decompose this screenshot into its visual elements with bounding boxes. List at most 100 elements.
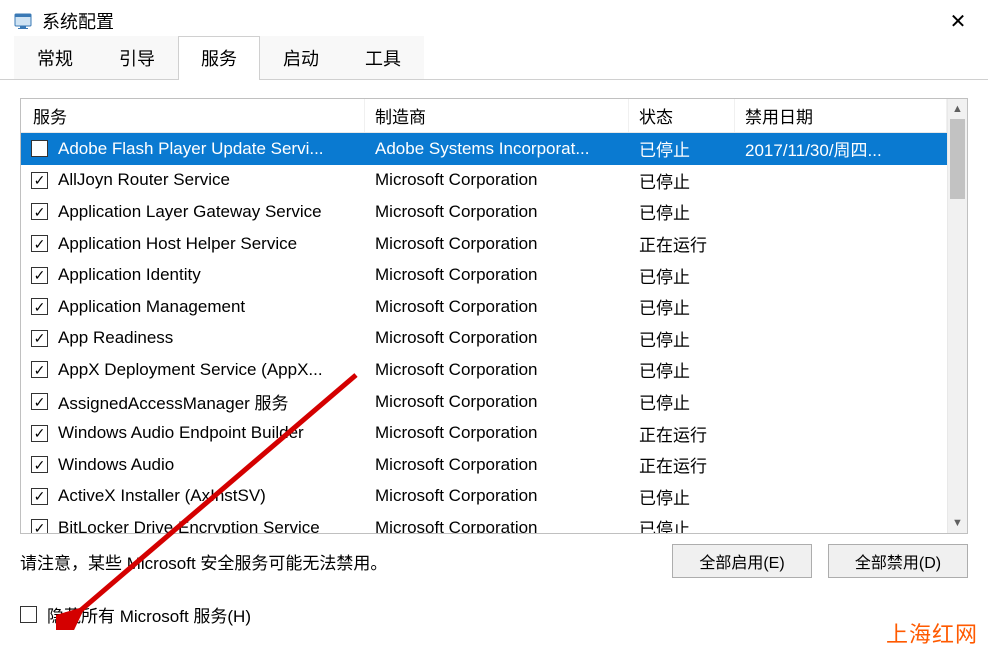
tab-boot[interactable]: 引导 bbox=[96, 36, 178, 79]
scroll-down-icon[interactable]: ▼ bbox=[948, 513, 967, 533]
service-name: Application Layer Gateway Service bbox=[58, 202, 322, 222]
watermark: 上海红网 bbox=[886, 617, 978, 649]
tab-general[interactable]: 常规 bbox=[14, 36, 96, 79]
service-name: Windows Audio Endpoint Builder bbox=[58, 423, 304, 443]
disabled-date bbox=[735, 228, 947, 260]
table-row[interactable]: Windows Audio Microsoft Corporation正在运行 bbox=[21, 449, 947, 481]
status: 已停止 bbox=[629, 386, 735, 418]
status: 已停止 bbox=[629, 133, 735, 165]
status: 已停止 bbox=[629, 481, 735, 513]
scrollbar-thumb[interactable] bbox=[950, 119, 965, 199]
status: 正在运行 bbox=[629, 228, 735, 260]
table-row[interactable]: Adobe Flash Player Update Servi... Adobe … bbox=[21, 133, 947, 165]
tabstrip: 常规 引导 服务 启动 工具 bbox=[0, 42, 988, 80]
service-name: AssignedAccessManager 服务 bbox=[58, 389, 289, 414]
service-name: ActiveX Installer (AxInstSV) bbox=[58, 486, 266, 506]
service-name: AppX Deployment Service (AppX... bbox=[58, 360, 323, 380]
service-name: AllJoyn Router Service bbox=[58, 170, 230, 190]
scrollbar-vertical[interactable]: ▲ ▼ bbox=[947, 99, 967, 533]
tab-tools[interactable]: 工具 bbox=[342, 36, 424, 79]
hide-ms-checkbox[interactable] bbox=[20, 606, 37, 623]
disabled-date bbox=[735, 196, 947, 228]
status: 已停止 bbox=[629, 165, 735, 197]
col-status[interactable]: 状态 bbox=[629, 99, 735, 132]
close-button[interactable]: ✕ bbox=[942, 5, 974, 37]
table-row[interactable]: Application Management Microsoft Corporat… bbox=[21, 291, 947, 323]
service-name: BitLocker Drive Encryption Service bbox=[58, 518, 320, 533]
manufacturer: Microsoft Corporation bbox=[365, 481, 629, 513]
col-manufacturer[interactable]: 制造商 bbox=[365, 99, 629, 132]
row-checkbox[interactable] bbox=[31, 267, 48, 284]
disable-all-button[interactable]: 全部禁用(D) bbox=[828, 544, 968, 578]
status: 正在运行 bbox=[629, 417, 735, 449]
tab-services[interactable]: 服务 bbox=[178, 36, 260, 80]
disabled-date bbox=[735, 449, 947, 481]
security-note: 请注意，某些 Microsoft 安全服务可能无法禁用。 bbox=[20, 549, 656, 574]
manufacturer: Microsoft Corporation bbox=[365, 228, 629, 260]
service-name: App Readiness bbox=[58, 328, 173, 348]
col-service[interactable]: 服务 bbox=[21, 99, 365, 132]
row-checkbox[interactable] bbox=[31, 425, 48, 442]
status: 已停止 bbox=[629, 354, 735, 386]
manufacturer: Microsoft Corporation bbox=[365, 323, 629, 355]
manufacturer: Microsoft Corporation bbox=[365, 386, 629, 418]
disabled-date bbox=[735, 386, 947, 418]
row-checkbox[interactable] bbox=[31, 298, 48, 315]
disabled-date: 2017/11/30/周四... bbox=[735, 133, 947, 165]
status: 正在运行 bbox=[629, 449, 735, 481]
service-name: Windows Audio bbox=[58, 455, 174, 475]
disabled-date bbox=[735, 259, 947, 291]
row-checkbox[interactable] bbox=[31, 330, 48, 347]
table-row[interactable]: AppX Deployment Service (AppX... Microsof… bbox=[21, 354, 947, 386]
disabled-date bbox=[735, 165, 947, 197]
status: 已停止 bbox=[629, 512, 735, 533]
row-checkbox[interactable] bbox=[31, 361, 48, 378]
row-checkbox[interactable] bbox=[31, 456, 48, 473]
disabled-date bbox=[735, 512, 947, 533]
disabled-date bbox=[735, 323, 947, 355]
scroll-up-icon[interactable]: ▲ bbox=[948, 99, 967, 119]
services-list: 服务 制造商 状态 禁用日期 Adobe Flash Player Update… bbox=[20, 98, 968, 534]
row-checkbox[interactable] bbox=[31, 172, 48, 189]
table-row[interactable]: ActiveX Installer (AxInstSV) Microsoft Co… bbox=[21, 481, 947, 513]
table-row[interactable]: BitLocker Drive Encryption Service Micros… bbox=[21, 512, 947, 533]
manufacturer: Microsoft Corporation bbox=[365, 165, 629, 197]
table-row[interactable]: AllJoyn Router Service Microsoft Corporat… bbox=[21, 165, 947, 197]
disabled-date bbox=[735, 417, 947, 449]
manufacturer: Microsoft Corporation bbox=[365, 354, 629, 386]
table-row[interactable]: AssignedAccessManager 服务 Microsoft Corpor… bbox=[21, 386, 947, 418]
manufacturer: Microsoft Corporation bbox=[365, 449, 629, 481]
row-checkbox[interactable] bbox=[31, 393, 48, 410]
manufacturer: Adobe Systems Incorporat... bbox=[365, 133, 629, 165]
window-title: 系统配置 bbox=[42, 8, 114, 34]
row-checkbox[interactable] bbox=[31, 140, 48, 157]
disabled-date bbox=[735, 354, 947, 386]
table-row[interactable]: Application IdentityMicrosoft Corporatio… bbox=[21, 259, 947, 291]
manufacturer: Microsoft Corporation bbox=[365, 259, 629, 291]
hide-ms-label: 隐藏所有 Microsoft 服务(H) bbox=[47, 602, 251, 627]
status: 已停止 bbox=[629, 323, 735, 355]
service-name: Application Management bbox=[58, 297, 245, 317]
row-checkbox[interactable] bbox=[31, 488, 48, 505]
manufacturer: Microsoft Corporation bbox=[365, 512, 629, 533]
tab-startup[interactable]: 启动 bbox=[260, 36, 342, 79]
service-name: Adobe Flash Player Update Servi... bbox=[58, 139, 324, 159]
row-checkbox[interactable] bbox=[31, 203, 48, 220]
list-header: 服务 制造商 状态 禁用日期 bbox=[21, 99, 947, 133]
table-row[interactable]: App Readiness Microsoft Corporation已停止 bbox=[21, 323, 947, 355]
manufacturer: Microsoft Corporation bbox=[365, 291, 629, 323]
status: 已停止 bbox=[629, 291, 735, 323]
table-row[interactable]: Application Layer Gateway Service Microso… bbox=[21, 196, 947, 228]
row-checkbox[interactable] bbox=[31, 519, 48, 533]
manufacturer: Microsoft Corporation bbox=[365, 196, 629, 228]
col-disabled-date[interactable]: 禁用日期 bbox=[735, 99, 947, 132]
table-row[interactable]: Windows Audio Endpoint Builder Microsoft … bbox=[21, 417, 947, 449]
manufacturer: Microsoft Corporation bbox=[365, 417, 629, 449]
status: 已停止 bbox=[629, 196, 735, 228]
table-row[interactable]: Application Host Helper ServiceMicrosoft… bbox=[21, 228, 947, 260]
msconfig-icon bbox=[14, 11, 34, 31]
status: 已停止 bbox=[629, 259, 735, 291]
enable-all-button[interactable]: 全部启用(E) bbox=[672, 544, 812, 578]
row-checkbox[interactable] bbox=[31, 235, 48, 252]
disabled-date bbox=[735, 291, 947, 323]
